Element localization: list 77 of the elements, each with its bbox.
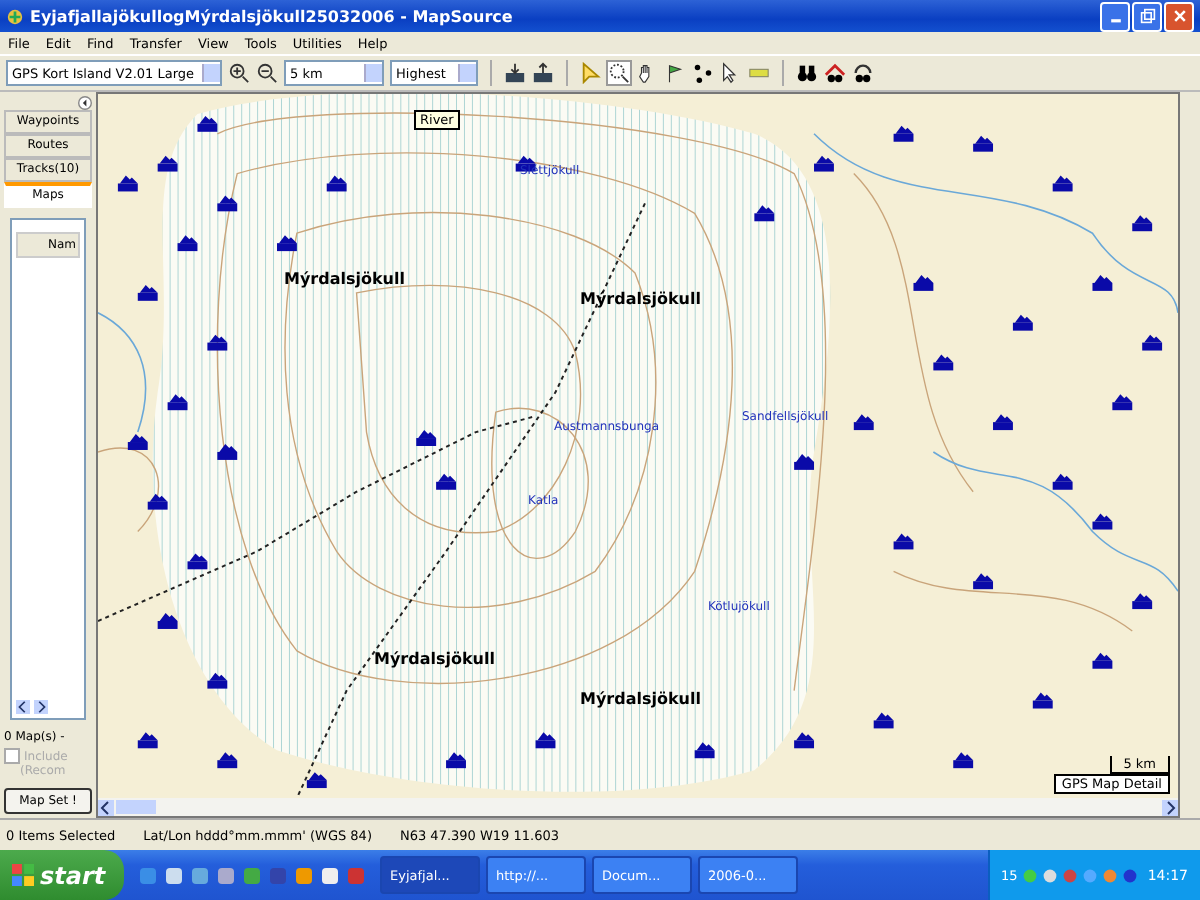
zoom-out-icon[interactable] bbox=[256, 62, 278, 84]
mountain-icon[interactable] bbox=[137, 284, 158, 301]
mountain-icon[interactable] bbox=[217, 444, 238, 460]
mountain-icon[interactable] bbox=[953, 752, 974, 769]
glacier-label: Mýrdalsjökull bbox=[580, 690, 701, 708]
mountain-icon[interactable] bbox=[973, 135, 994, 152]
mountain-icon[interactable] bbox=[1132, 593, 1153, 610]
mountain-icon[interactable] bbox=[873, 712, 894, 729]
horizontal-scrollbar[interactable] bbox=[98, 798, 1178, 816]
mountain-icon[interactable] bbox=[127, 434, 148, 450]
mountain-icon[interactable] bbox=[794, 453, 814, 470]
mountain-icon[interactable] bbox=[187, 553, 208, 570]
mountain-icon[interactable] bbox=[167, 394, 188, 411]
binoculars-icon[interactable] bbox=[796, 62, 818, 84]
glacier-label: Mýrdalsjökull bbox=[580, 290, 701, 308]
flag-icon[interactable] bbox=[664, 62, 686, 84]
close-button[interactable] bbox=[1164, 1, 1194, 31]
mountain-icon[interactable] bbox=[217, 195, 238, 212]
mountain-icon[interactable] bbox=[277, 235, 297, 252]
mountain-icon[interactable] bbox=[1032, 692, 1053, 709]
restore-icon bbox=[1139, 8, 1155, 24]
mountain-icon[interactable] bbox=[694, 742, 715, 759]
glacier-label: Mýrdalsjökull bbox=[284, 270, 405, 288]
mountain-icon[interactable] bbox=[1092, 274, 1113, 291]
mountain-icon[interactable] bbox=[794, 732, 814, 749]
receive-icon[interactable] bbox=[504, 62, 526, 84]
mountain-icon[interactable] bbox=[217, 752, 238, 769]
mountain-icon[interactable] bbox=[177, 235, 198, 252]
mountain-icon[interactable] bbox=[1132, 215, 1153, 232]
mountain-icon[interactable] bbox=[993, 414, 1013, 431]
mountain-icon[interactable] bbox=[157, 613, 178, 629]
mountain-icon[interactable] bbox=[436, 473, 456, 490]
mountain-icon[interactable] bbox=[1012, 314, 1033, 331]
scroll-thumb[interactable] bbox=[116, 800, 156, 814]
close-icon bbox=[1171, 8, 1187, 24]
mountain-icon[interactable] bbox=[1052, 473, 1073, 490]
zoom-tool-icon[interactable] bbox=[608, 62, 630, 84]
mountain-icon[interactable] bbox=[326, 175, 347, 192]
mountain-icon[interactable] bbox=[893, 125, 914, 142]
start-button[interactable]: start bbox=[0, 850, 124, 900]
mountain-icon[interactable] bbox=[1092, 513, 1113, 530]
mountain-icon[interactable] bbox=[853, 414, 874, 431]
mountain-icon[interactable] bbox=[933, 354, 954, 371]
app-icon bbox=[6, 7, 24, 25]
mountain-icon[interactable] bbox=[913, 274, 934, 291]
mountain-icon[interactable] bbox=[1052, 175, 1073, 192]
mountain-icon[interactable] bbox=[306, 772, 327, 789]
mountain-icon[interactable] bbox=[754, 205, 775, 222]
mountain-icon[interactable] bbox=[207, 672, 228, 689]
glacier-label: Mýrdalsjökull bbox=[374, 650, 495, 668]
find-places-icon[interactable] bbox=[824, 62, 846, 84]
scroll-left-icon[interactable] bbox=[98, 799, 114, 815]
send-icon[interactable] bbox=[532, 62, 554, 84]
mountain-icon[interactable] bbox=[416, 430, 437, 446]
mountain-icon[interactable] bbox=[1142, 334, 1163, 351]
mountain-icon[interactable] bbox=[157, 155, 178, 172]
mountain-icon[interactable] bbox=[446, 752, 466, 769]
collapse-arrow-icon[interactable] bbox=[78, 96, 92, 110]
scroll-left-icon[interactable] bbox=[16, 700, 30, 714]
restore-button[interactable] bbox=[1132, 1, 1162, 31]
mountain-icon[interactable] bbox=[197, 115, 218, 132]
scroll-right-icon[interactable] bbox=[34, 700, 48, 714]
window-title: EyjafjallajökullogMýrdalsjökull25032006 - MapSource bbox=[30, 7, 515, 25]
windows-logo-icon bbox=[12, 864, 34, 886]
mountain-icon[interactable] bbox=[137, 732, 158, 749]
zoom-in-icon[interactable] bbox=[228, 62, 250, 84]
mountain-icon[interactable] bbox=[147, 493, 168, 510]
mountain-icon[interactable] bbox=[973, 573, 994, 590]
mountain-icon[interactable] bbox=[535, 732, 556, 749]
mountain-icon[interactable] bbox=[207, 334, 228, 351]
mountain-icon[interactable] bbox=[117, 175, 138, 192]
mountain-icon[interactable] bbox=[1092, 652, 1113, 669]
minimize-button[interactable] bbox=[1100, 1, 1130, 31]
scroll-right-icon[interactable] bbox=[1162, 799, 1178, 815]
mountain-icon[interactable] bbox=[814, 155, 834, 172]
mountain-icon[interactable] bbox=[1112, 394, 1133, 411]
mountain-icon[interactable] bbox=[893, 533, 914, 550]
